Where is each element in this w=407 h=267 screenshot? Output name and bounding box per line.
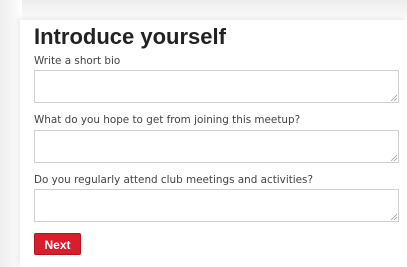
resize-grip-icon[interactable]	[390, 94, 397, 101]
page-shadow-left	[0, 0, 22, 267]
hope-to-get-label: What do you hope to get from joining thi…	[34, 114, 301, 126]
bio-label: Write a short bio	[34, 55, 121, 67]
page-shadow-top	[0, 0, 407, 22]
resize-grip-icon[interactable]	[390, 154, 397, 161]
bio-textarea[interactable]	[34, 70, 399, 103]
attend-meetings-textarea[interactable]	[34, 189, 399, 222]
attend-meetings-label: Do you regularly attend club meetings an…	[34, 174, 313, 186]
hope-to-get-textarea[interactable]	[34, 130, 399, 163]
form-title: Introduce yourself	[34, 24, 226, 49]
resize-grip-icon[interactable]	[390, 213, 397, 220]
next-button[interactable]: Next	[34, 233, 81, 255]
introduce-yourself-form: Introduce yourself Write a short bio Wha…	[20, 20, 407, 267]
